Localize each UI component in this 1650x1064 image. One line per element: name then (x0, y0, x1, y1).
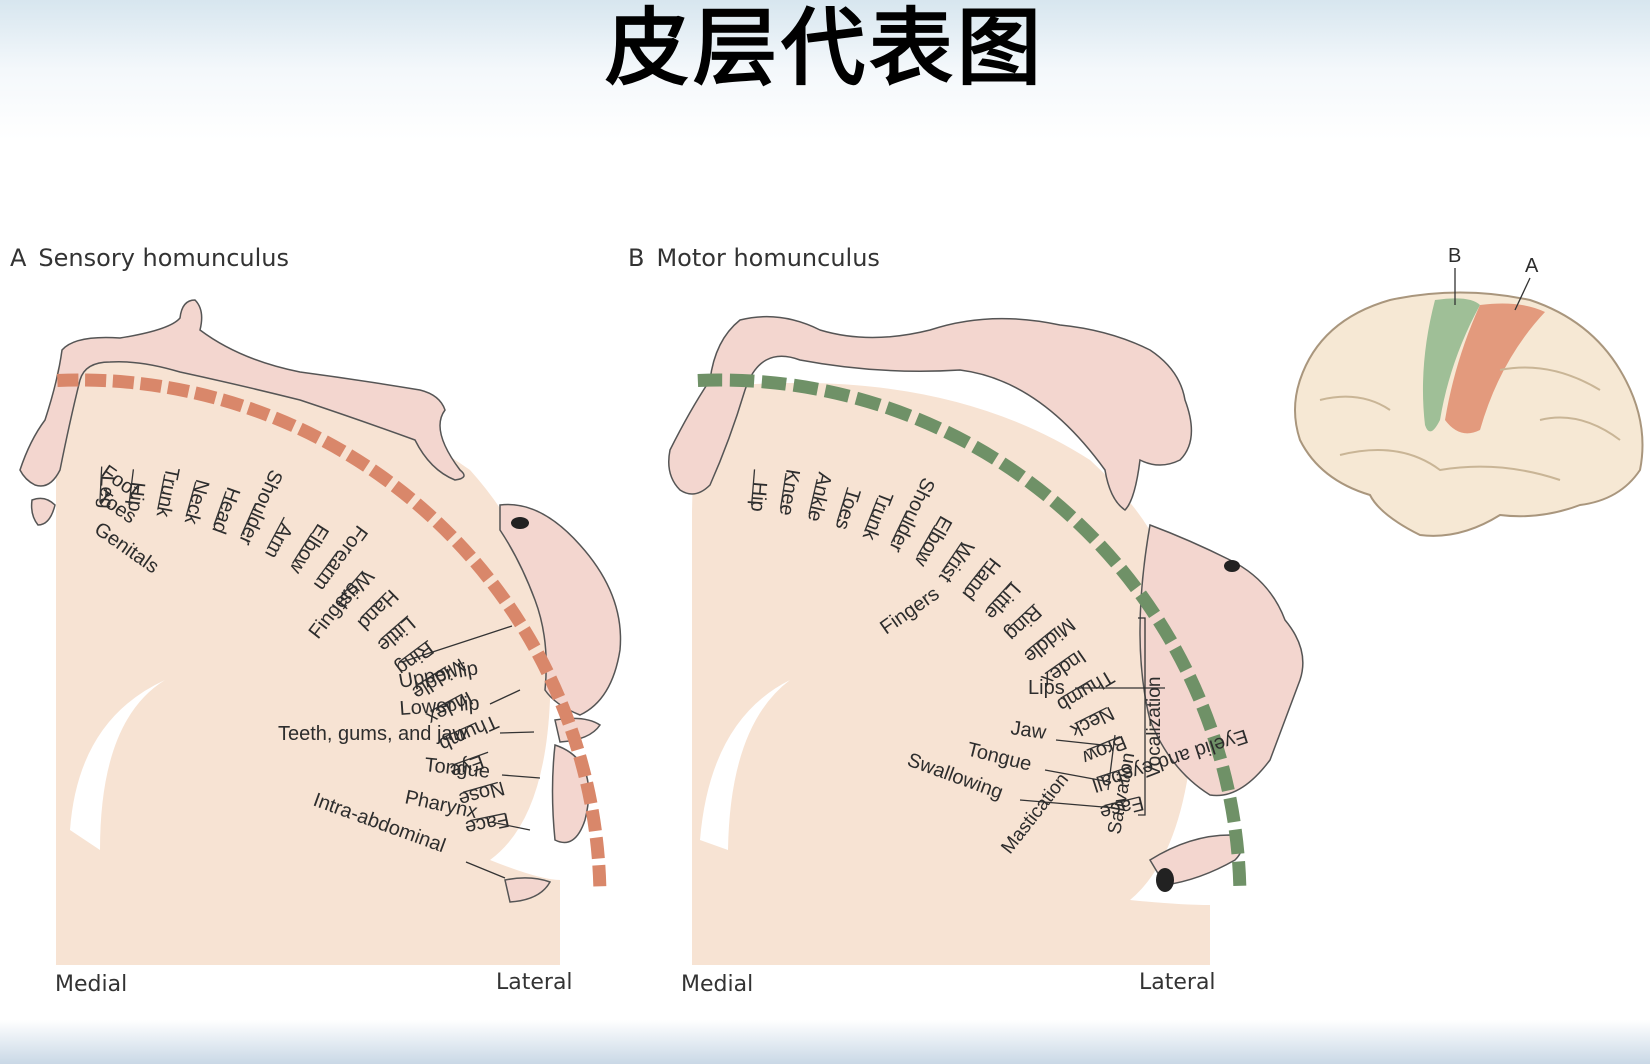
sensory-strip-segment (589, 836, 605, 860)
sensory-strip-segment (85, 373, 107, 388)
sensory-homunculus-eye (511, 517, 529, 529)
sensory-strip-segment (573, 754, 592, 779)
panel-a-lateral-label: Lateral (496, 970, 573, 995)
panel-b-medial-label: Medial (681, 972, 754, 997)
motor-strip-segment (792, 378, 819, 396)
sensory-homunculus-feet (30, 497, 56, 526)
motor-strip-segment (823, 384, 851, 403)
motor-strip-segment (1223, 796, 1241, 824)
sensory-strip-segment (166, 381, 190, 398)
sensory-strip-segment (580, 781, 598, 805)
motor-strip-segment (1196, 703, 1218, 732)
motor-strip-segment (1228, 828, 1245, 855)
sensory-strip-segment (272, 411, 297, 432)
panel-b-figure: Hip Knee AnkleToesTrunkShoulderElbowWristH… (668, 315, 1304, 965)
motor-strip-segment (854, 391, 882, 412)
motor-homunculus-throat (1156, 868, 1174, 892)
sensory-strip-segment (220, 393, 245, 413)
sensory-strip-segment (592, 864, 607, 887)
motor-homunculus-eye (1224, 560, 1240, 572)
motor-strip-segment (729, 373, 755, 388)
panel-a-medial-label: Medial (55, 972, 128, 997)
label-vocalization: Vocalization (1144, 677, 1165, 778)
sensory-strip-segment (139, 377, 163, 393)
motor-strip-segment (884, 401, 913, 422)
panel-b-lateral-label: Lateral (1139, 970, 1216, 995)
motor-strip-segment (761, 375, 787, 391)
sensory-strip-segment (246, 401, 271, 422)
brain-inset: B A (1294, 245, 1644, 537)
sensory-strip-segment (585, 809, 602, 832)
brain-label-b: B (1448, 245, 1461, 267)
motor-strip-segment (1216, 765, 1235, 792)
motor-strip-segment (914, 412, 942, 435)
sensory-strip-segment (193, 386, 218, 405)
label-lips: Lips (1028, 677, 1065, 699)
panel-a-figure: Leg Hip TrunkNeckHeadShoulderArmElbowForea… (19, 299, 622, 965)
sensory-strip-segment (532, 650, 554, 676)
homunculus-diagram: Leg Hip TrunkNeckHeadShoulderArmElbowForea… (19, 245, 1644, 965)
sensory-strip-segment (112, 374, 135, 390)
sensory-strip-segment (321, 435, 347, 458)
sensory-strip-segment (555, 701, 576, 726)
label-motor-hip: Hip (746, 481, 770, 513)
sensory-cortex-section (56, 351, 560, 965)
label-teeth-gums-jaw: Teeth, gums, and jaw (278, 723, 468, 745)
motor-strip-segment (1183, 674, 1206, 702)
sensory-strip-segment (297, 422, 322, 444)
brain-label-a: A (1525, 255, 1539, 277)
sensory-strip-segment (565, 727, 585, 752)
motor-strip-segment (1232, 860, 1247, 886)
sensory-strip-segment (544, 675, 565, 701)
